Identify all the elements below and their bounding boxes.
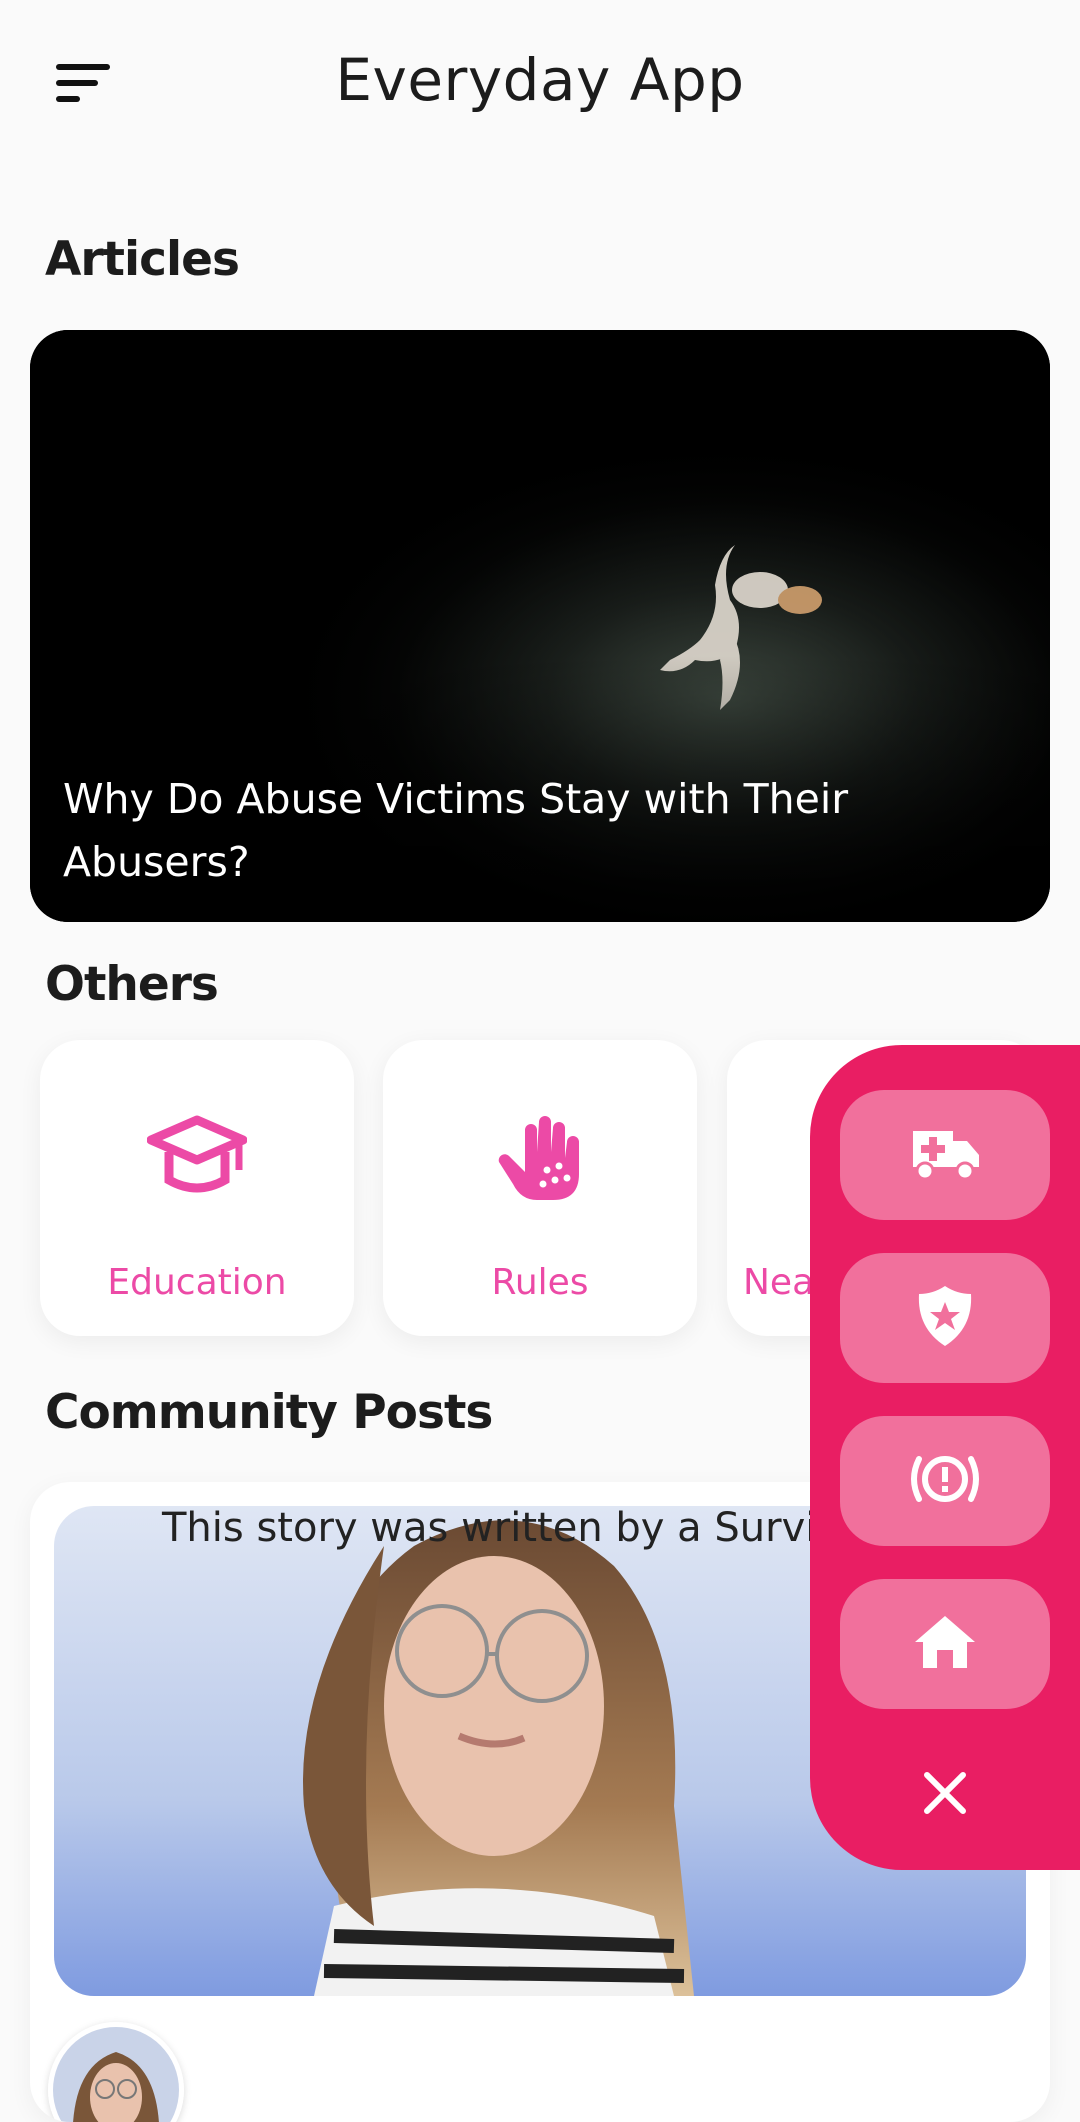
article-card[interactable]: Why Do Abuse Victims Stay with Their Abu… <box>30 330 1050 922</box>
app-title: Everyday App <box>335 46 745 114</box>
emergency-action-panel <box>810 1045 1080 1870</box>
home-icon <box>913 1614 977 1674</box>
app-bar: Everyday App <box>0 0 1080 170</box>
ambulance-button[interactable] <box>840 1090 1050 1220</box>
alert-circle-icon <box>907 1449 983 1513</box>
close-icon <box>923 1771 967 1819</box>
close-button[interactable] <box>870 1750 1020 1840</box>
tile-education-label: Education <box>107 1262 287 1303</box>
alert-button[interactable] <box>840 1416 1050 1546</box>
community-heading: Community Posts <box>45 1385 493 1440</box>
graduation-cap-icon <box>40 1112 354 1202</box>
article-title: Why Do Abuse Victims Stay with Their Abu… <box>63 775 849 886</box>
others-heading: Others <box>45 957 219 1012</box>
post-author-avatar[interactable] <box>48 2022 184 2122</box>
police-button[interactable] <box>840 1253 1050 1383</box>
tile-rules[interactable]: Rules <box>383 1040 697 1336</box>
hand-icon <box>383 1112 697 1202</box>
police-badge-icon <box>917 1284 973 1352</box>
home-button[interactable] <box>840 1579 1050 1709</box>
ambulance-icon <box>909 1125 981 1185</box>
articles-heading: Articles <box>45 232 240 287</box>
tile-education[interactable]: Education <box>40 1040 354 1336</box>
tile-rules-label: Rules <box>491 1262 589 1303</box>
